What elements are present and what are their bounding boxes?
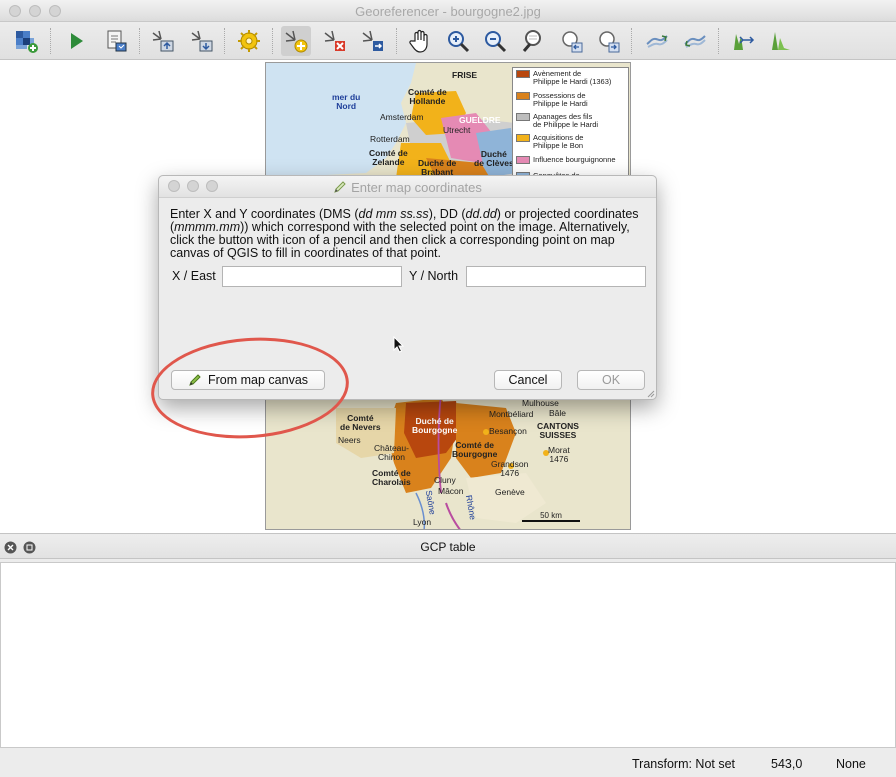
gcp-table-title: GCP table — [420, 540, 476, 554]
map-scale-bar: 50 km — [522, 511, 580, 522]
gcp-table-header: GCP table — [0, 535, 896, 559]
transformation-settings-icon[interactable] — [234, 26, 264, 56]
legend-item: Acquisitions de Philippe le Bon — [516, 134, 583, 150]
map-label-morat: Morat 1476 — [548, 445, 570, 464]
cancel-button[interactable]: Cancel — [494, 370, 562, 390]
map-label-geneve: Genève — [495, 487, 525, 497]
map-label-frise: FRISE — [452, 70, 478, 80]
map-label-macon: Mâcon — [438, 486, 464, 496]
window-title: Georeferencer - bourgogne2.jpg — [355, 4, 541, 19]
delete-point-icon[interactable] — [320, 26, 350, 56]
local-histogram-stretch-icon[interactable] — [766, 26, 796, 56]
map-label-charolais: Comté de Charolais — [372, 468, 411, 487]
map-label-nevers: Comté de Nevers — [340, 413, 381, 432]
full-histogram-stretch-icon[interactable] — [728, 26, 758, 56]
map-label-rotterdam: Rotterdam — [370, 134, 410, 144]
status-bar: Transform: Not set 543,0 None — [0, 752, 896, 777]
x-east-label: X / East — [172, 269, 216, 283]
dialog-title: Enter map coordinates — [351, 180, 482, 195]
map-label-neers: Neers — [338, 435, 361, 445]
legend-item: Possessions de Philippe le Hardi — [516, 92, 588, 108]
zoom-out-icon[interactable] — [480, 26, 510, 56]
legend-item: Influence bourguignonne — [516, 156, 616, 164]
start-georeferencing-icon[interactable] — [61, 26, 91, 56]
coordinate-readout: 543,0 — [771, 757, 803, 771]
map-label-mulhouse: Mulhouse — [522, 398, 559, 408]
zoom-to-layer-icon[interactable] — [518, 26, 548, 56]
map-label-bale: Bâle — [549, 408, 567, 418]
map-label-duche-bourgogne: Duché de Bourgogne — [412, 416, 458, 435]
crs-status: None — [836, 757, 866, 771]
zoom-last-icon[interactable] — [557, 26, 587, 56]
map-label-comte-bourgogne: Comté de Bourgogne — [452, 440, 498, 459]
map-label-lyon: Lyon — [413, 517, 432, 527]
add-point-icon[interactable] — [281, 26, 311, 56]
map-label-grandson: Grandson 1476 — [491, 459, 529, 478]
map-label-montbeliard: Montbéliard — [489, 409, 534, 419]
map-label-chinon: Château- Chinon — [374, 443, 409, 462]
link-georeferencer-to-qgis-icon[interactable] — [642, 26, 672, 56]
y-north-label: Y / North — [409, 269, 459, 283]
load-gcp-points-icon[interactable] — [148, 26, 178, 56]
zoom-next-icon[interactable] — [594, 26, 624, 56]
pan-icon[interactable] — [405, 26, 435, 56]
generate-gdal-script-icon[interactable] — [101, 26, 131, 56]
transform-status: Transform: Not set — [632, 757, 736, 771]
pencil-icon — [333, 180, 347, 197]
link-qgis-to-georeferencer-icon[interactable] — [680, 26, 710, 56]
map-label-hollande: Comté de Hollande — [408, 87, 447, 106]
move-gcp-point-icon[interactable] — [358, 26, 388, 56]
dialog-instructions: Enter X and Y coordinates (DMS (dd mm ss… — [170, 207, 639, 260]
map-legend: Avènement de Philippe le Hardi (1363) Po… — [512, 67, 629, 187]
mouse-cursor-icon — [393, 336, 405, 353]
map-label-cantons: CANTONS SUISSES — [537, 421, 579, 440]
legend-item: Apanages des fils de Philippe le Hardi — [516, 113, 598, 129]
y-north-input[interactable] — [466, 266, 646, 287]
map-label-besancon: Besançon — [489, 426, 527, 436]
toolbar — [0, 22, 896, 60]
georeferencer-window: Georeferencer - bourgogne2.jpg mer du No… — [0, 0, 896, 777]
map-label-amsterdam: Amsterdam — [380, 112, 424, 122]
resize-grip-icon[interactable] — [645, 388, 655, 398]
map-label-cleves: Duché de Clèves — [474, 149, 514, 168]
legend-item: Avènement de Philippe le Hardi (1363) — [516, 70, 611, 86]
open-raster-icon[interactable] — [12, 26, 42, 56]
map-label-cluny: Cluny — [434, 475, 456, 485]
title-bar: Georeferencer - bourgogne2.jpg — [0, 0, 896, 22]
ok-button[interactable]: OK — [577, 370, 645, 390]
x-east-input[interactable] — [222, 266, 402, 287]
map-label-sea: mer du Nord — [332, 92, 361, 111]
zoom-in-icon[interactable] — [443, 26, 473, 56]
map-label-gueldre: GUELDRE — [459, 115, 501, 125]
map-label-zelande: Comté de Zelande — [369, 148, 408, 167]
map-label-utrecht: Utrecht — [443, 125, 471, 135]
gcp-table[interactable] — [0, 562, 896, 748]
save-gcp-points-icon[interactable] — [187, 26, 217, 56]
dialog-title-bar: Enter map coordinates — [159, 176, 656, 198]
